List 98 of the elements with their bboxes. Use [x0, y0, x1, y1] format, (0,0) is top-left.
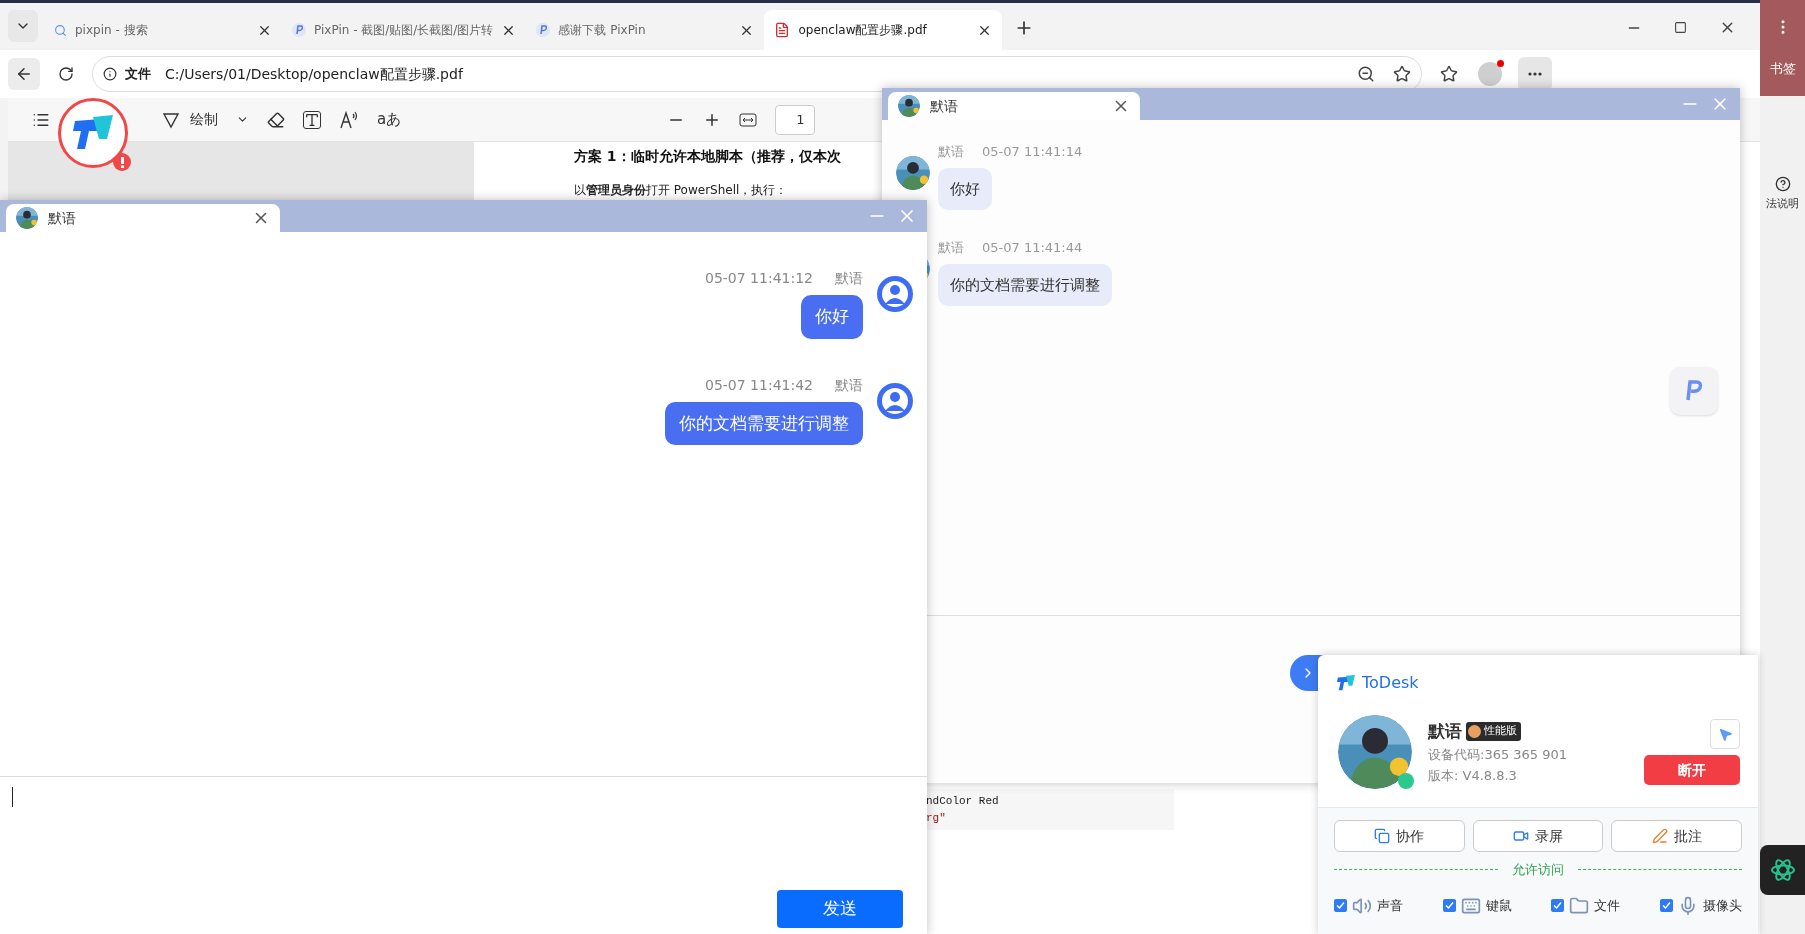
pointer-icon	[1717, 726, 1733, 742]
user-avatar-icon	[877, 382, 913, 419]
user-avatar-icon	[877, 276, 913, 312]
message-bubble: 你的文档需要进行调整	[665, 401, 863, 445]
pixpin-logo-icon	[1685, 380, 1703, 402]
browser-tab[interactable]: 感谢下载 PixPin	[526, 10, 765, 50]
message-time: 05-07 11:41:12	[705, 269, 813, 288]
code-line: rg"	[926, 810, 947, 826]
pdf-heading: 方案 1：临时允许本地脚本（推荐，仅本次	[574, 147, 841, 166]
draw-icon	[162, 110, 180, 129]
chat-tab[interactable]: 默语	[6, 204, 280, 232]
action-button[interactable]: 协作	[1334, 820, 1465, 852]
refresh-icon[interactable]	[58, 66, 74, 82]
address-url: C:/Users/01/Desktop/openclaw配置步骤.pdf	[165, 64, 465, 84]
brand-name: ToDesk	[1362, 672, 1419, 694]
more-icon	[1528, 72, 1542, 76]
message-bubble: 你的文档需要进行调整	[938, 263, 1112, 306]
version-text: 版本: V4.8.8.3	[1428, 766, 1518, 785]
browser-tab[interactable]: PixPin - 截图/贴图/长截图/图片转	[282, 10, 527, 50]
disconnect-button[interactable]: 断开	[1644, 755, 1740, 785]
check-icon	[1553, 901, 1563, 910]
favorites-icon[interactable]	[1440, 65, 1458, 83]
restore-icon[interactable]	[1674, 21, 1687, 34]
chat-tab[interactable]: 默语	[888, 92, 1140, 120]
sender-name: 默语	[835, 269, 863, 288]
assistant-logo-icon	[1769, 857, 1796, 883]
permission-label: 声音	[1377, 896, 1403, 915]
action-button[interactable]: 批注	[1611, 820, 1742, 852]
sender-name: 默语	[938, 239, 964, 257]
profile-icon[interactable]	[1478, 62, 1502, 86]
pdf-paragraph: 以管理员身份打开 PowerShell，执行：	[574, 182, 788, 199]
video-icon	[1513, 828, 1529, 844]
link-badge-icon	[1398, 773, 1414, 789]
sender-name: 默语	[938, 143, 964, 161]
tab-title: pixpin - 搜索	[75, 22, 149, 39]
search-icon	[54, 23, 67, 37]
permission-label: 文件	[1594, 896, 1621, 915]
device-code: 设备代码:365 365 901	[1428, 746, 1568, 765]
folder-icon	[1569, 895, 1590, 916]
help-label[interactable]: 法说明	[1766, 196, 1799, 213]
permission-label: 摄像头	[1702, 896, 1742, 915]
read-aloud-icon[interactable]	[339, 110, 359, 129]
pointer-button[interactable]	[1710, 719, 1740, 749]
checkbox[interactable]	[1659, 899, 1673, 912]
tab-title: openclaw配置步骤.pdf	[798, 22, 928, 39]
bookmarks-label[interactable]: 书签	[1769, 58, 1796, 78]
pixpin-float-button[interactable]	[1670, 367, 1718, 415]
check-icon	[1336, 901, 1345, 910]
draw-button[interactable]: 绘制	[162, 109, 249, 130]
message-bubble: 你好	[801, 295, 863, 339]
avatar	[896, 156, 930, 190]
avatar	[16, 207, 38, 229]
message-input[interactable]: 发送	[0, 776, 927, 934]
message-time: 05-07 11:41:42	[705, 375, 813, 395]
permission-label: 键鼠	[1485, 896, 1512, 915]
checkbox[interactable]	[1334, 899, 1347, 912]
avatar	[898, 95, 920, 117]
page-number-field[interactable]: 1	[775, 104, 816, 135]
message-bubble: 你好	[938, 167, 992, 210]
contact-name: 默语	[930, 96, 959, 116]
tab-list-button[interactable]	[8, 10, 38, 42]
star-icon[interactable]	[1393, 65, 1411, 83]
todesk-logo-icon	[1336, 674, 1356, 692]
contact-name: 默语	[48, 208, 77, 228]
site-icon	[536, 23, 551, 37]
message-time: 05-07 11:41:44	[982, 239, 1083, 257]
eraser-icon[interactable]	[267, 110, 285, 129]
assistant-float-button[interactable]	[1760, 845, 1805, 895]
speaker-icon	[1352, 895, 1372, 916]
tab-title: 感谢下载 PixPin	[558, 22, 647, 39]
site-icon	[292, 23, 306, 37]
send-button[interactable]: 发送	[777, 890, 903, 928]
help-icon[interactable]	[1774, 176, 1791, 192]
checkbox[interactable]	[1551, 899, 1565, 912]
pdf-icon	[774, 22, 791, 38]
collaborate-icon	[1374, 828, 1391, 844]
zoom-out-icon[interactable]	[1357, 65, 1375, 83]
back-button[interactable]	[8, 58, 40, 90]
tab-title: PixPin - 截图/贴图/长截图/图片转	[314, 22, 494, 39]
check-icon	[1444, 901, 1454, 910]
address-scheme: 文件	[125, 65, 151, 84]
translate-button[interactable]: aあ	[377, 108, 402, 131]
device-name: 默语	[1428, 719, 1462, 743]
action-button[interactable]: 录屏	[1472, 820, 1604, 852]
sender-name: 默语	[835, 375, 863, 395]
alert-badge	[113, 153, 131, 171]
text-box-icon[interactable]	[303, 110, 321, 129]
info-icon[interactable]	[103, 67, 117, 81]
edition-badge: 性能版	[1466, 722, 1521, 741]
message-time: 05-07 11:41:14	[982, 143, 1083, 161]
browser-tab[interactable]: openclaw配置步骤.pdf	[764, 10, 1003, 50]
fit-width-icon[interactable]	[739, 112, 758, 127]
browser-tab[interactable]: pixpin - 搜索	[44, 10, 282, 50]
check-icon	[1661, 901, 1671, 910]
checkbox[interactable]	[1442, 899, 1456, 912]
section-title: 允许访问	[1512, 861, 1564, 879]
code-line: ndColor Red	[926, 794, 1000, 809]
pen-icon	[1651, 828, 1668, 844]
